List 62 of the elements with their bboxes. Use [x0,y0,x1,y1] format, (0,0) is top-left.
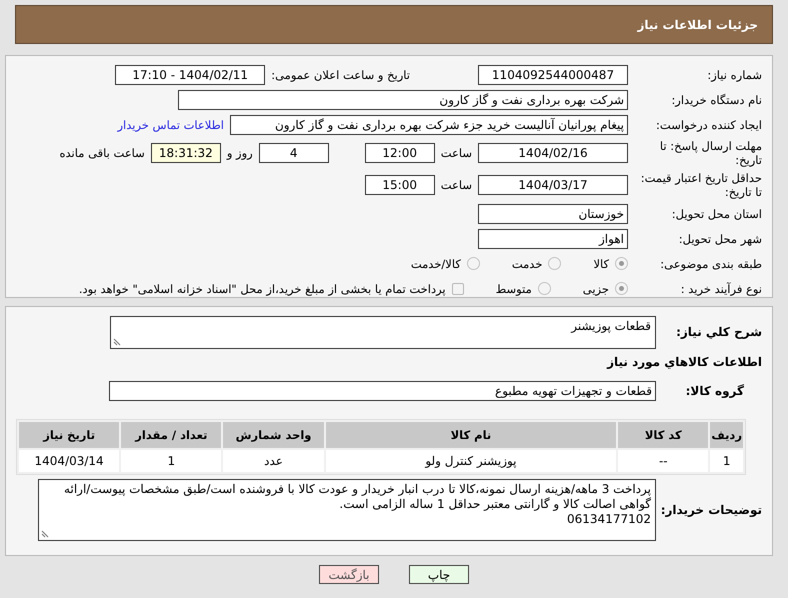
time-label: ساعت [440,146,472,160]
option-label: خدمت [512,256,542,270]
radio-button[interactable] [466,257,480,270]
field-label: توضیحات خریدار: [662,503,762,517]
creator-field: پیغام پورانیان آنالیست خرید جزء شرکت بهره برداری نفت و گاز کارون [230,114,628,134]
checkbox-label: پرداخت تمام یا بخشی از مبلغ خرید،از محل "اسناد خزانه اسلامی" خواهد بود. [78,282,446,296]
buyer-field: شرکت بهره برداری نفت و گاز کارون [178,90,628,110]
need-number-field: 1104092544000487 [478,64,628,84]
table-cell: 1 [121,450,222,472]
option-label: متوسط [496,282,532,296]
column-header: تاریخ نیاز [19,422,120,448]
field-label: مهلت ارسال پاسخ: تا تاریخ: [658,139,762,167]
buyer-notes-field[interactable]: پرداخت 3 ماهه/هزینه ارسال نمونه،کالا تا درب انبار خریدار و عودت کالا با فروشنده است/طبق مشخصات پیوست/ارائه گواهی اصالت کالا و گارانتی معتبر حداقل 1 ساله الزامی است. 06134177102 [38,479,656,541]
field-label: شماره نیاز: [706,68,762,82]
days-label: روز و [226,146,253,160]
column-header: نام کالا [326,422,616,448]
deadline-date-field: 1404/02/16 [478,143,628,163]
option-label: جزیی [582,282,609,296]
days-field: 4 [258,143,329,163]
validity-time-field: 15:00 [364,175,435,195]
column-header: ردیف [710,422,743,448]
table-cell: 1404/03/14 [19,450,120,472]
page-header: جزئیات اطلاعات نیاز [15,5,773,44]
field-label: نام دستگاه خریدار: [670,92,762,106]
option-label: کالا/خدمت [410,256,461,270]
field-label: تاریخ و ساعت اعلان عمومی: [271,68,410,82]
field-label: استان محل تحویل: [670,206,762,220]
radio-button[interactable] [538,282,551,295]
remaining-label: ساعت باقی مانده [60,146,145,160]
radio-button[interactable] [615,257,628,270]
radio-button[interactable] [615,282,628,295]
print-button[interactable]: چاپ [409,565,469,584]
column-header: واحد شمارش [223,422,324,448]
field-label: شرح کلي نیاز: [675,325,762,339]
goods-group-field: قطعات و تجهیزات تهویه مطبوع [109,381,656,401]
radio-button[interactable] [548,257,562,270]
column-header: تعداد / مقدار [121,422,222,448]
validity-date-field: 1404/03/17 [478,175,628,195]
column-header: کد کالا [618,422,708,448]
province-field: خوزستان [478,204,628,224]
checkbox[interactable] [452,282,464,294]
table-cell: پوزیشنر کنترل ولو [326,450,616,472]
field-label: نوع فرآیند خرید : [680,282,762,296]
table-cell: عدد [223,450,324,472]
table-cell: 1 [710,450,743,472]
field-label: طبقه بندی موضوعی: [659,256,762,270]
field-label: شهر محل تحویل: [678,232,762,246]
description-field[interactable]: قطعات پوزیشنر [110,316,656,348]
option-label: کالا [593,256,609,270]
remaining-time-field: 18:31:32 [150,143,221,163]
deadline-time-field: 12:00 [364,143,435,163]
table-cell: -- [618,450,708,472]
city-field: اهواز [478,228,628,248]
resize-grip-icon [113,338,121,346]
announce-date-field: 1404/02/11 - 17:10 [115,64,266,84]
field-label: حداقل تاریخ اعتبار قیمت: تا تاریخ: [640,171,762,199]
time-label: ساعت [440,178,472,192]
buyer-contact-link[interactable]: اطلاعات تماس خریدار [117,118,224,132]
resize-grip-icon [41,530,49,538]
section-heading: اطلاعات کالاهاي مورد نیاز [606,355,762,369]
field-label: ایجاد کننده درخواست: [655,118,762,132]
back-button[interactable]: بازگشت [319,565,379,584]
